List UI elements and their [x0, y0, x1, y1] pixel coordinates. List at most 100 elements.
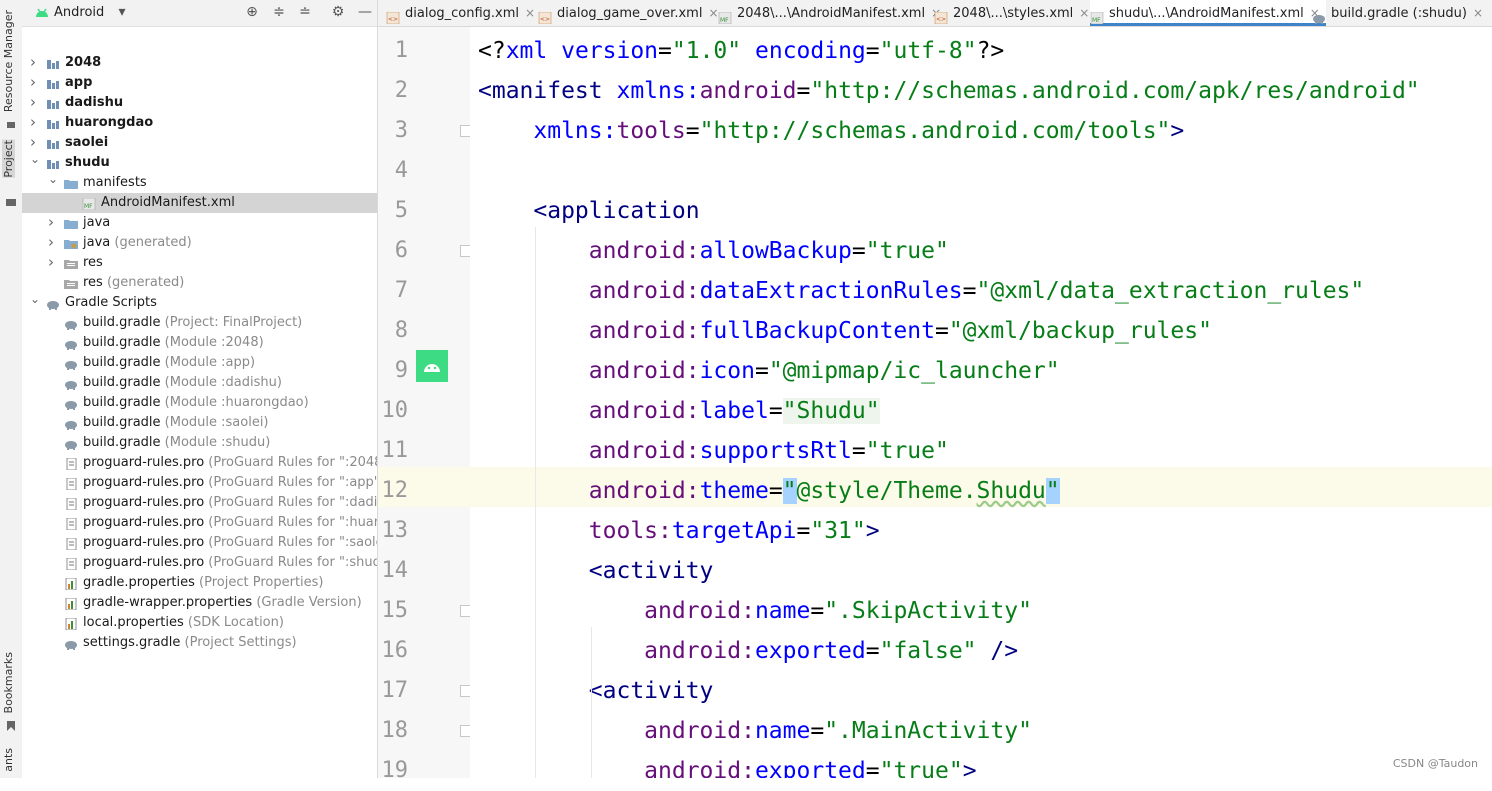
chevron-right-icon[interactable]: ›	[30, 112, 40, 132]
tree-item[interactable]: ⌄ Gradle Scripts	[22, 292, 377, 313]
tree-item[interactable]: proguard-rules.pro (ProGuard Rules for "…	[22, 473, 377, 493]
code-token: android:	[588, 398, 700, 424]
chevron-down-icon[interactable]: ⌄	[48, 169, 58, 189]
chevron-right-icon[interactable]: ›	[48, 212, 58, 232]
tree-item[interactable]: proguard-rules.pro (ProGuard Rules for "…	[22, 493, 377, 513]
tree-item[interactable]: › saolei	[22, 133, 377, 153]
tree-item[interactable]: build.gradle (Module :app)	[22, 353, 377, 373]
tree-item[interactable]: › huarongdao	[22, 113, 377, 133]
tree-item[interactable]: build.gradle (Module :huarongdao)	[22, 393, 377, 413]
line-number: 7	[394, 278, 408, 303]
tree-item[interactable]: build.gradle (Module :shudu)	[22, 433, 377, 453]
expand-all-icon[interactable]: ≑	[271, 4, 287, 20]
tree-item[interactable]: build.gradle (Module :2048)	[22, 333, 377, 353]
code-token: <?	[478, 38, 506, 64]
tree-item[interactable]: › dadishu	[22, 93, 377, 113]
editor-tab[interactable]: <> dialog_config.xml ×	[386, 0, 541, 26]
resource-manager-tab[interactable]: Resource Manager	[2, 10, 15, 112]
code-line: xmlns:tools="http://schemas.android.com/…	[478, 111, 1184, 151]
close-icon[interactable]: ×	[708, 6, 718, 20]
close-icon[interactable]: ×	[525, 6, 535, 20]
build-variants-tab[interactable]: ants	[2, 748, 15, 772]
tree-item[interactable]: local.properties (SDK Location)	[22, 613, 377, 633]
code-token: theme	[699, 478, 769, 504]
tree-item[interactable]: proguard-rules.pro (ProGuard Rules for "…	[22, 513, 377, 533]
tree-item[interactable]: res (generated)	[22, 273, 377, 293]
module-icon	[46, 137, 60, 149]
gear-icon[interactable]: ⚙	[330, 4, 346, 20]
code-token: "@xml/data_extraction_rules"	[976, 278, 1365, 304]
chevron-right-icon[interactable]: ›	[48, 232, 58, 252]
code-token: xmlns:	[616, 78, 700, 104]
tree-item[interactable]: › app	[22, 73, 377, 93]
code-token: android:	[588, 358, 700, 384]
code-editor[interactable]: <?xml version="1.0" encoding="utf-8"?> <m…	[470, 27, 1492, 778]
tree-item[interactable]: build.gradle (Module :saolei)	[22, 413, 377, 433]
tree-item-hint: (Module :shudu)	[160, 435, 271, 450]
chevron-down-icon[interactable]: ▾	[114, 4, 130, 20]
chevron-right-icon[interactable]: ›	[30, 52, 40, 72]
module-icon	[46, 157, 60, 169]
tree-item[interactable]: gradle.properties (Project Properties)	[22, 573, 377, 593]
tree-item[interactable]: ⌄ shudu	[22, 152, 377, 173]
tree-item[interactable]: build.gradle (Project: FinalProject)	[22, 313, 377, 333]
editor-tab[interactable]: MF shudu\...\AndroidManifest.xml ×	[1090, 0, 1326, 26]
chevron-down-icon[interactable]: ⌄	[30, 289, 40, 309]
indent-guide	[591, 747, 592, 778]
tree-item[interactable]: gradle-wrapper.properties (Gradle Versio…	[22, 593, 377, 613]
close-icon[interactable]: ×	[1079, 6, 1089, 20]
tree-item[interactable]: ⌄ manifests	[22, 172, 377, 193]
code-token: <activity	[588, 558, 714, 584]
tree-item[interactable]: build.gradle (Module :dadishu)	[22, 373, 377, 393]
line-number: 16	[381, 638, 409, 663]
chevron-right-icon[interactable]: ›	[48, 252, 58, 272]
editor-tab[interactable]: <> dialog_game_over.xml ×	[538, 0, 725, 26]
code-line: android:allowBackup="true"	[478, 231, 949, 271]
launcher-icon-preview[interactable]	[416, 350, 448, 382]
code-token: "true"	[865, 238, 949, 264]
code-line: android:fullBackupContent="@xml/backup_r…	[478, 311, 1212, 351]
tree-item[interactable]: proguard-rules.pro (ProGuard Rules for "…	[22, 453, 377, 473]
hide-panel-icon[interactable]: —	[357, 4, 373, 20]
code-token: @style/Theme.	[796, 478, 977, 504]
tree-item[interactable]: proguard-rules.pro (ProGuard Rules for "…	[22, 553, 377, 573]
editor-tab-label: 2048\...\styles.xml	[953, 6, 1074, 21]
tree-item[interactable]: MF AndroidManifest.xml	[22, 193, 377, 213]
tree-item[interactable]: settings.gradle (Project Settings)	[22, 633, 377, 653]
watermark: CSDN @Taudon	[1392, 757, 1478, 770]
close-icon[interactable]: ×	[1473, 6, 1483, 20]
code-token: label	[699, 398, 769, 424]
chevron-down-icon[interactable]: ⌄	[30, 149, 40, 169]
tree-item-label: settings.gradle	[83, 635, 181, 650]
chevron-right-icon[interactable]: ›	[30, 72, 40, 92]
line-number: 17	[381, 678, 409, 703]
code-token: =	[865, 38, 880, 64]
tree-item[interactable]: › java (generated)	[22, 233, 377, 253]
code-token: "http://schemas.android.com/apk/res/andr…	[810, 78, 1420, 104]
code-token: =	[810, 718, 825, 744]
collapse-all-icon[interactable]: ≐	[297, 4, 313, 20]
bookmarks-tab[interactable]: Bookmarks	[2, 652, 15, 713]
tree-item[interactable]: › 2048	[22, 53, 377, 73]
editor-tab[interactable]: build.gradle (:shudu) ×	[1312, 0, 1489, 26]
project-tab[interactable]: Project	[2, 140, 15, 178]
line-number: 6	[394, 238, 408, 263]
code-token: "http://schemas.android.com/tools"	[699, 118, 1171, 144]
locate-file-icon[interactable]: ⊕	[244, 4, 260, 20]
line-number: 5	[394, 198, 408, 223]
editor-tab[interactable]: <> 2048\...\styles.xml ×	[934, 0, 1095, 26]
project-folder-icon	[6, 192, 16, 206]
code-token: =	[685, 118, 700, 144]
editor-tab[interactable]: MF2048\...\AndroidManifest.xml×	[718, 0, 947, 26]
tree-item[interactable]: › java	[22, 213, 377, 233]
tree-item[interactable]: › res	[22, 253, 377, 273]
chevron-right-icon[interactable]: ›	[30, 92, 40, 112]
code-token: targetApi	[671, 518, 797, 544]
code-token: "Shudu"	[782, 398, 880, 424]
tree-item[interactable]: proguard-rules.pro (ProGuard Rules for "…	[22, 533, 377, 553]
view-mode-selector[interactable]: Android	[54, 5, 104, 20]
code-token: Shudu	[976, 478, 1046, 504]
